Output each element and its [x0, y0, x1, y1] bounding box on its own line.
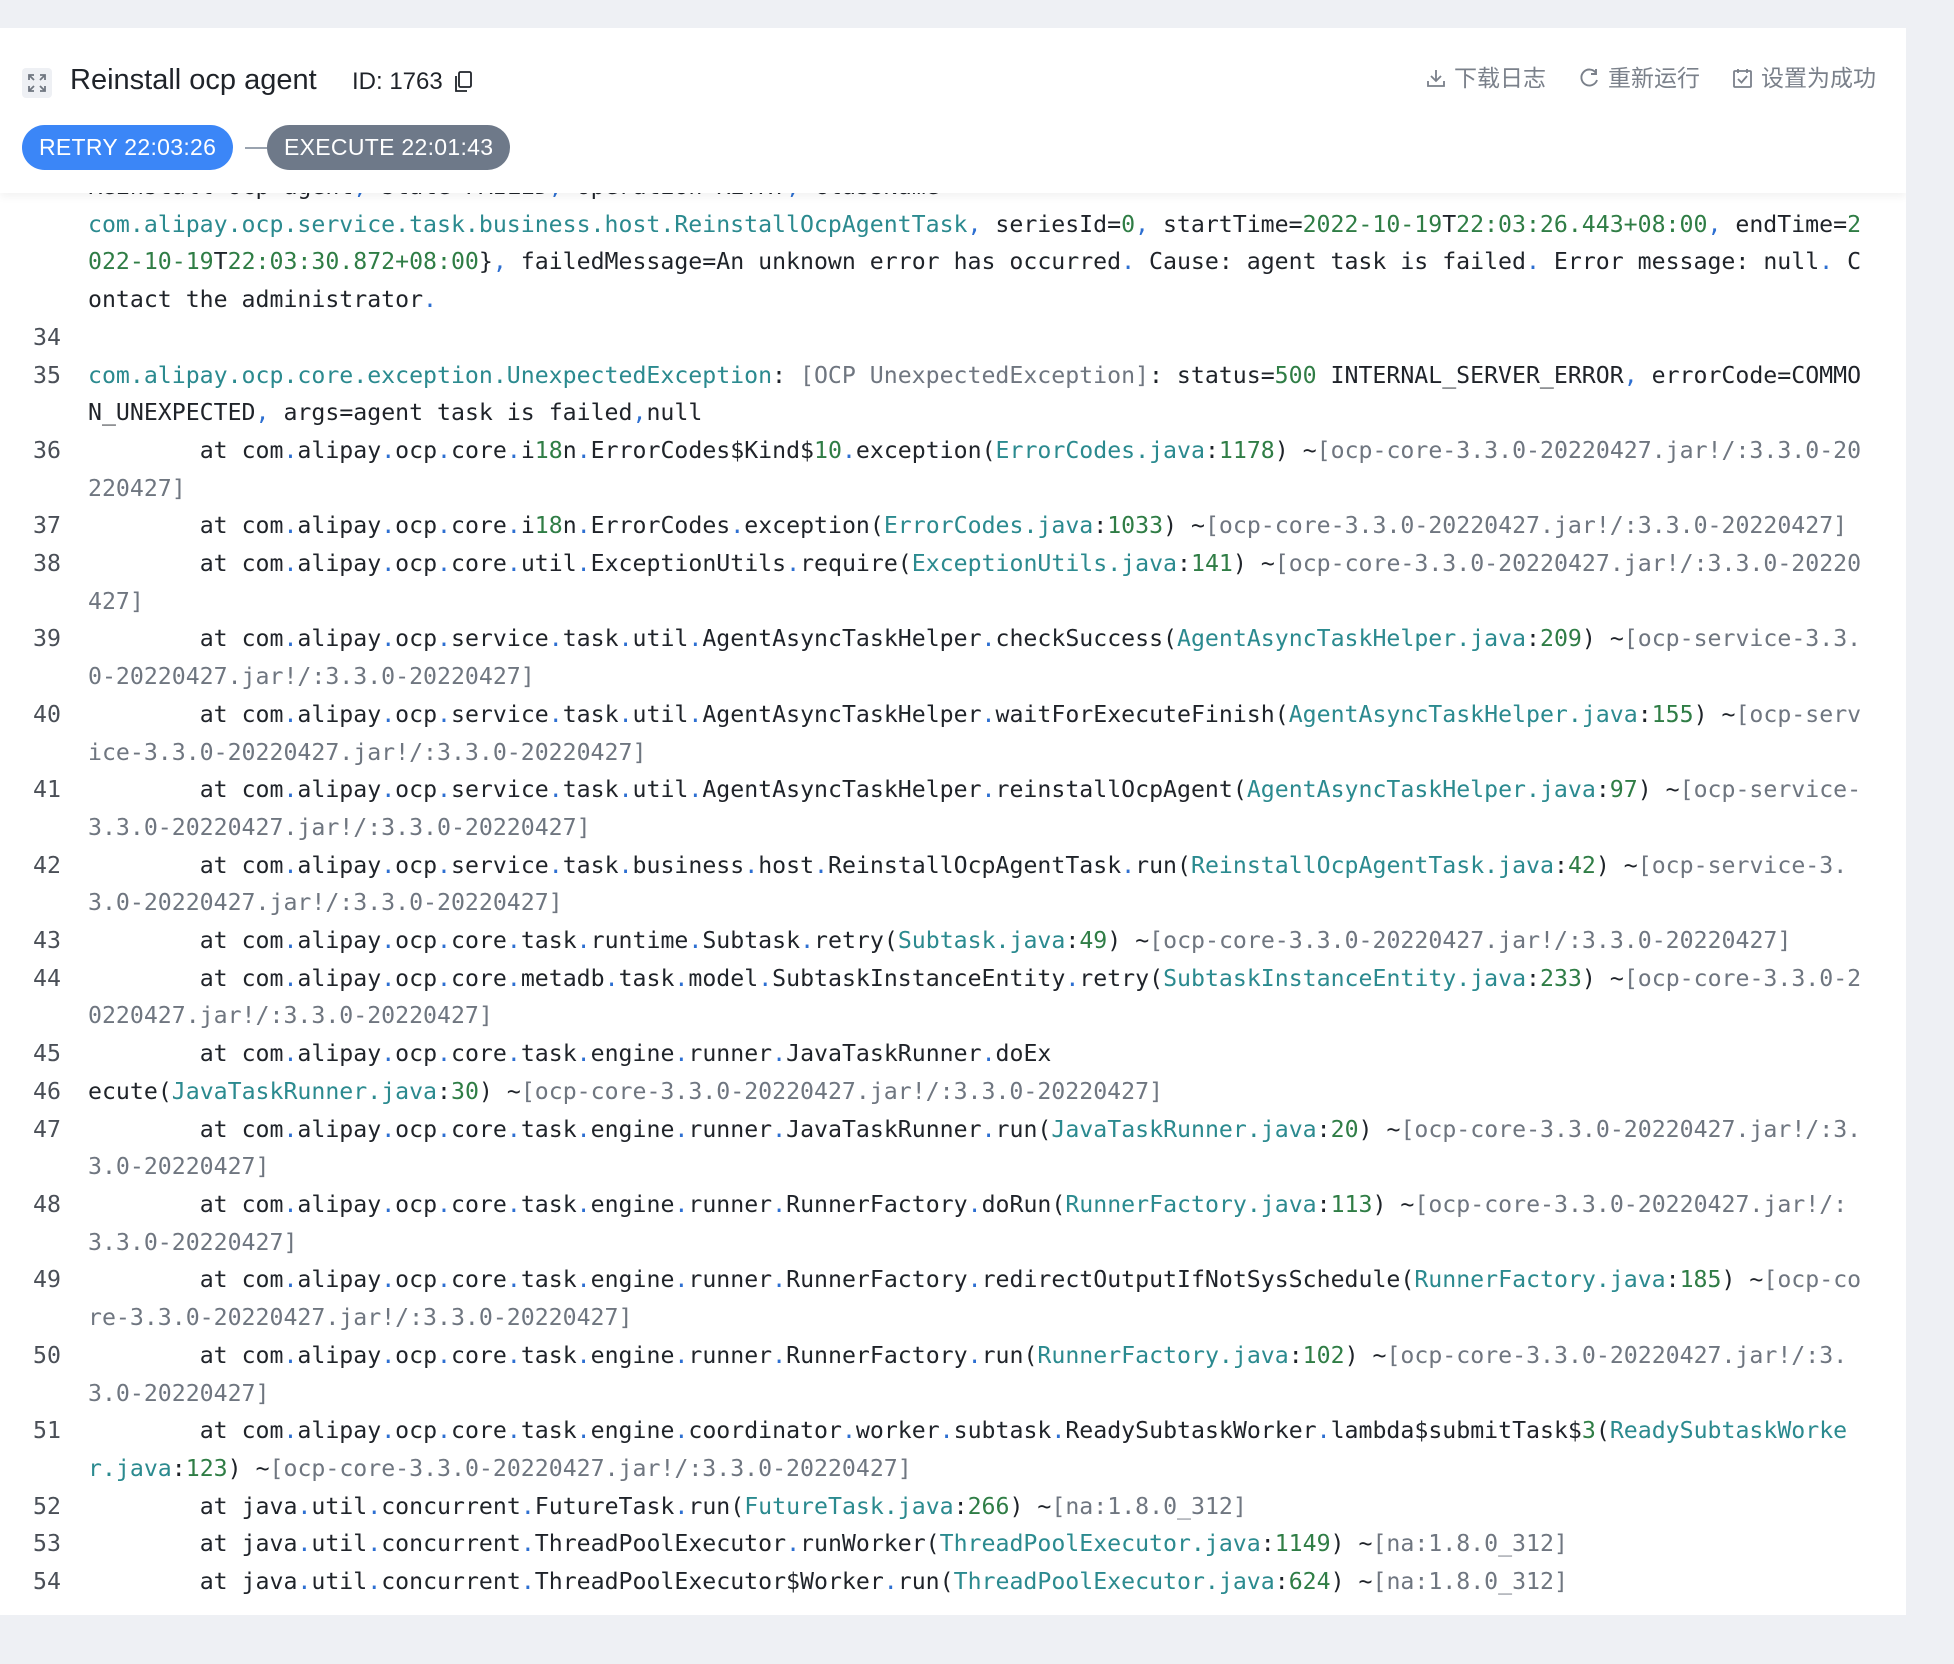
line-number: 39 [33, 625, 61, 653]
log-line: 36 at com.alipay.ocp.core.i18n.ErrorCode… [0, 432, 1906, 507]
line-text: at com.alipay.ocp.core.task.engine.runne… [88, 1341, 1848, 1407]
log-line: 43 at com.alipay.ocp.core.task.runtime.S… [0, 922, 1906, 960]
line-text: at java.util.concurrent.ThreadPoolExecut… [88, 1530, 1568, 1558]
execution-tab-execute[interactable]: EXECUTE 22:01:43 [267, 125, 511, 170]
line-number: 38 [33, 550, 61, 578]
line-text: at com.alipay.ocp.core.task.engine.coord… [88, 1417, 1848, 1482]
line-number: 48 [33, 1190, 61, 1218]
set-success-button[interactable]: 设置为成功 [1732, 60, 1876, 96]
log-line: 49 at com.alipay.ocp.core.task.engine.ru… [0, 1261, 1906, 1336]
execution-connector [245, 147, 267, 149]
line-number: 40 [33, 700, 61, 728]
download-log-button[interactable]: 下载日志 [1426, 60, 1546, 96]
log-line: 45 at com.alipay.ocp.core.task.engine.ru… [0, 1035, 1906, 1073]
line-text: at com.alipay.ocp.core.task.engine.runne… [88, 1190, 1848, 1256]
line-text: at com.alipay.ocp.core.task.engine.runne… [88, 1266, 1862, 1332]
copy-icon[interactable] [453, 70, 473, 94]
line-text: at java.util.concurrent.ThreadPoolExecut… [88, 1568, 1568, 1596]
set-success-label: 设置为成功 [1761, 65, 1876, 91]
line-number [0, 206, 88, 319]
line-number: 35 [33, 361, 61, 389]
refresh-icon [1580, 68, 1598, 87]
line-text [88, 319, 1906, 357]
log-line: com.alipay.ocp.service.task.business.hos… [0, 206, 1906, 319]
line-text: ecute(JavaTaskRunner.java:30) ~[ocp-core… [88, 1077, 1163, 1105]
line-text: at com.alipay.ocp.service.task.util.Agen… [88, 625, 1862, 691]
task-title: Reinstall ocp agent [70, 64, 317, 96]
line-number: 47 [33, 1115, 61, 1143]
task-id-label: ID: 1763 [352, 68, 443, 95]
log-lines: Reinstall ocp agent, state=FAILED, opera… [0, 192, 1906, 1601]
log-line: 44 at com.alipay.ocp.core.metadb.task.mo… [0, 960, 1906, 1035]
log-line: 34 [0, 319, 1906, 357]
expand-icon[interactable] [22, 68, 52, 98]
line-text: at com.alipay.ocp.core.task.engine.runne… [88, 1040, 1052, 1068]
log-line: 53 at java.util.concurrent.ThreadPoolExe… [0, 1525, 1906, 1563]
task-header: Reinstall ocp agent ID: 1763 下载日志 重新运行 设… [0, 28, 1906, 193]
line-number: 54 [33, 1568, 61, 1596]
line-number: 51 [33, 1417, 61, 1445]
log-line: 39 at com.alipay.ocp.service.task.util.A… [0, 620, 1906, 695]
line-text: at com.alipay.ocp.service.task.util.Agen… [88, 776, 1862, 841]
log-line: 40 at com.alipay.ocp.service.task.util.A… [0, 696, 1906, 771]
line-number: 49 [33, 1266, 61, 1294]
task-log-panel: Reinstall ocp agent ID: 1763 下载日志 重新运行 设… [0, 28, 1906, 1615]
line-number: 37 [33, 512, 61, 540]
line-text: at java.util.concurrent.FutureTask.run(F… [88, 1492, 1247, 1520]
log-line: 35 com.alipay.ocp.core.exception.Unexpect… [0, 357, 1906, 432]
line-text: at com.alipay.ocp.core.metadb.task.model… [88, 964, 1862, 1030]
log-line: Reinstall ocp agent, state=FAILED, opera… [0, 192, 1906, 206]
log-line: 41 at com.alipay.ocp.service.task.util.A… [0, 771, 1906, 846]
log-line: 46 ecute(JavaTaskRunner.java:30) ~[ocp-co… [0, 1073, 1906, 1111]
line-text: at com.alipay.ocp.core.i18n.ErrorCodes$K… [88, 436, 1862, 502]
log-line: 47 at com.alipay.ocp.core.task.engine.ru… [0, 1111, 1906, 1186]
log-line: 52 at java.util.concurrent.FutureTask.ru… [0, 1488, 1906, 1526]
rerun-label: 重新运行 [1608, 65, 1700, 91]
log-line: 37 at com.alipay.ocp.core.i18n.ErrorCode… [0, 507, 1906, 545]
log-viewer[interactable]: Reinstall ocp agent, state=FAILED, opera… [0, 192, 1906, 1615]
log-line: 42 at com.alipay.ocp.service.task.busine… [0, 847, 1906, 922]
download-icon [1427, 70, 1445, 87]
line-number: 34 [33, 323, 61, 351]
line-number: 36 [33, 436, 61, 464]
log-line: 38 at com.alipay.ocp.core.util.Exception… [0, 545, 1906, 620]
log-line: 48 at com.alipay.ocp.core.task.engine.ru… [0, 1186, 1906, 1261]
header-actions: 下载日志 重新运行 设置为成功 [1426, 60, 1876, 96]
line-text: at com.alipay.ocp.service.task.business.… [88, 851, 1848, 917]
checkbox-icon [1733, 68, 1752, 88]
line-number: 42 [33, 851, 61, 879]
execution-tab-retry[interactable]: RETRY 22:03:26 [22, 125, 234, 170]
line-text: com.alipay.ocp.service.task.business.hos… [88, 210, 1862, 314]
line-number: 45 [33, 1040, 61, 1068]
line-text: at com.alipay.ocp.core.util.ExceptionUti… [88, 550, 1862, 615]
line-number [0, 192, 88, 206]
line-number: 46 [33, 1077, 61, 1105]
log-line: 50 at com.alipay.ocp.core.task.engine.ru… [0, 1337, 1906, 1412]
log-line: 54 at java.util.concurrent.ThreadPoolExe… [0, 1563, 1906, 1601]
line-text: at com.alipay.ocp.service.task.util.Agen… [88, 700, 1862, 766]
log-line: 51 at com.alipay.ocp.core.task.engine.co… [0, 1412, 1906, 1487]
line-text: at com.alipay.ocp.core.i18n.ErrorCodes.e… [88, 512, 1848, 540]
line-number: 53 [33, 1530, 61, 1558]
line-number: 50 [33, 1341, 61, 1369]
download-log-label: 下载日志 [1454, 65, 1546, 91]
line-number: 41 [33, 776, 61, 804]
rerun-button[interactable]: 重新运行 [1578, 60, 1700, 96]
line-number: 44 [33, 964, 61, 992]
line-text: at com.alipay.ocp.core.task.runtime.Subt… [88, 927, 1792, 955]
line-number: 43 [33, 927, 61, 955]
line-number: 52 [33, 1492, 61, 1520]
task-id: ID: 1763 [352, 64, 473, 100]
line-text: at com.alipay.ocp.core.task.engine.runne… [88, 1115, 1862, 1181]
line-text: com.alipay.ocp.core.exception.Unexpected… [88, 361, 1862, 427]
line-text: Reinstall ocp agent, state=FAILED, opera… [88, 192, 1906, 206]
